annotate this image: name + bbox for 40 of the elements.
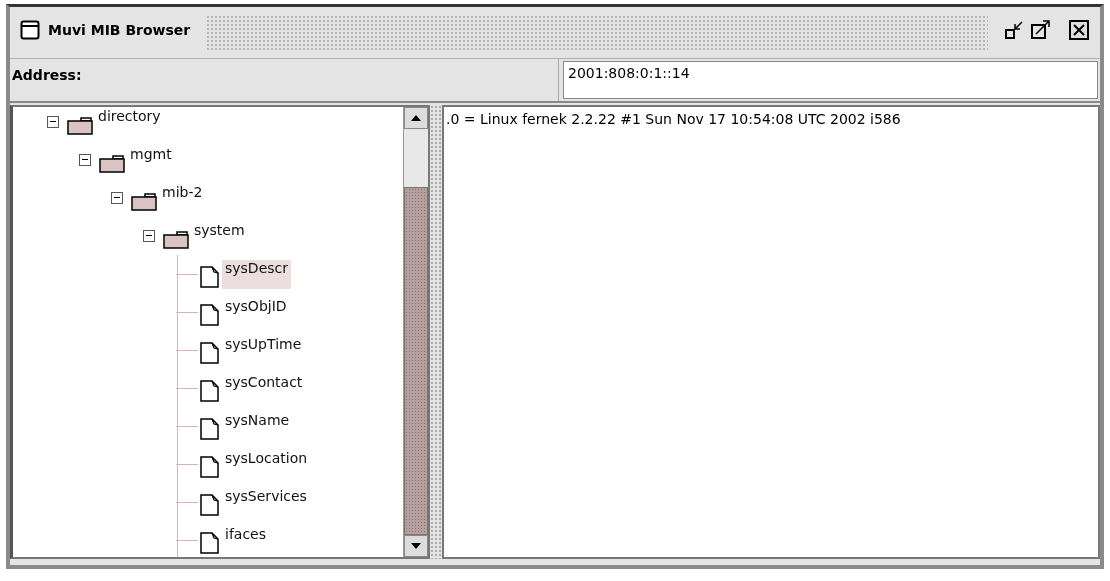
scroll-down-icon[interactable] bbox=[404, 535, 428, 557]
document-icon bbox=[200, 265, 220, 289]
document-icon bbox=[200, 303, 220, 327]
tree-item[interactable]: ifaces bbox=[222, 525, 269, 555]
window-title: Muvi MIB Browser bbox=[48, 21, 191, 38]
tree-item[interactable]: mgmt bbox=[127, 145, 175, 175]
tree-item[interactable]: system bbox=[191, 221, 248, 251]
tree-item[interactable]: directory bbox=[95, 107, 164, 137]
tree-item[interactable]: mib-2 bbox=[159, 183, 206, 213]
tree-item[interactable]: sysLocation bbox=[222, 449, 311, 479]
tree-item[interactable]: sysServices bbox=[222, 487, 310, 517]
document-icon bbox=[200, 493, 220, 517]
document-icon bbox=[200, 417, 220, 441]
folder-icon bbox=[131, 191, 157, 211]
address-label: Address: bbox=[10, 59, 559, 101]
scroll-up-icon[interactable] bbox=[404, 107, 428, 129]
collapse-toggle[interactable] bbox=[79, 154, 91, 166]
document-icon bbox=[200, 455, 220, 479]
window-icon bbox=[20, 19, 40, 40]
tree-item[interactable]: sysContact bbox=[222, 373, 306, 403]
folder-icon bbox=[163, 229, 189, 249]
result-text: .0 = Linux fernek 2.2.22 #1 Sun Nov 17 10:54:08 UTC 2002 i586 bbox=[446, 111, 902, 127]
tree-item[interactable]: sysDescr bbox=[222, 259, 291, 289]
document-icon bbox=[200, 379, 220, 403]
collapse-toggle[interactable] bbox=[47, 116, 59, 128]
tree-item[interactable]: sysUpTime bbox=[222, 335, 305, 365]
minimize-icon[interactable] bbox=[1004, 18, 1026, 41]
collapse-toggle[interactable] bbox=[143, 230, 155, 242]
tree-item[interactable]: sysObjID bbox=[222, 297, 290, 327]
address-field[interactable]: 2001:808:0:1::14 bbox=[563, 61, 1098, 99]
document-icon bbox=[200, 531, 220, 555]
folder-icon bbox=[67, 115, 93, 135]
maximize-icon[interactable] bbox=[1030, 18, 1052, 41]
scroll-thumb[interactable] bbox=[404, 187, 428, 535]
tree-item[interactable]: sysName bbox=[222, 411, 293, 441]
document-icon bbox=[200, 341, 220, 365]
scrollbar[interactable] bbox=[403, 107, 428, 557]
collapse-toggle[interactable] bbox=[111, 192, 123, 204]
folder-icon bbox=[99, 153, 125, 173]
close-icon[interactable] bbox=[1068, 18, 1090, 41]
